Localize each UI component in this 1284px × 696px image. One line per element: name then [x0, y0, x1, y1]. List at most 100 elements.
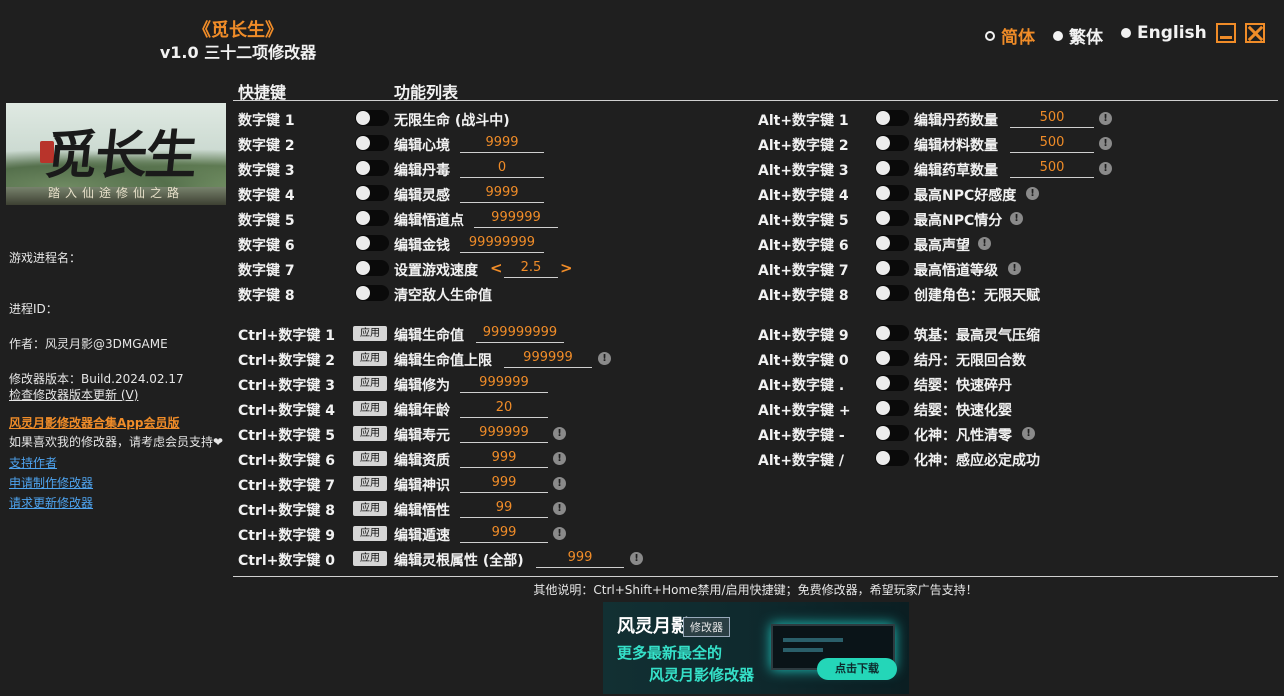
- toggle-switch[interactable]: [875, 260, 909, 276]
- cheat-row: 数字键 7 设置游戏速度 < 2.5 >: [238, 256, 738, 281]
- value-input[interactable]: 999: [536, 549, 624, 568]
- value-input[interactable]: 500: [1010, 109, 1094, 128]
- increase-arrow-icon[interactable]: >: [560, 259, 573, 277]
- value-input[interactable]: 999999: [460, 424, 548, 443]
- info-icon[interactable]: !: [630, 552, 643, 565]
- toggle-switch[interactable]: [355, 110, 389, 126]
- ad-download-button[interactable]: 点击下载: [817, 658, 897, 680]
- info-icon[interactable]: !: [553, 452, 566, 465]
- hotkey-label: 数字键 3: [238, 163, 295, 179]
- feature-label: 编辑悟道点: [394, 213, 464, 229]
- info-icon[interactable]: !: [1010, 212, 1023, 225]
- hotkey-label: 数字键 4: [238, 188, 295, 204]
- info-icon[interactable]: !: [1008, 262, 1021, 275]
- info-icon[interactable]: !: [1099, 162, 1112, 175]
- hotkey-label: Alt+数字键 3: [758, 163, 849, 179]
- feature-label: 编辑丹毒: [394, 163, 450, 179]
- toggle-switch[interactable]: [355, 185, 389, 201]
- apply-button[interactable]: 应用: [353, 476, 387, 491]
- info-icon[interactable]: !: [1099, 112, 1112, 125]
- lang-english[interactable]: English: [1121, 23, 1207, 43]
- toggle-switch[interactable]: [355, 260, 389, 276]
- toggle-switch[interactable]: [355, 135, 389, 151]
- value-input[interactable]: 500: [1010, 159, 1094, 178]
- toggle-switch[interactable]: [875, 160, 909, 176]
- info-icon[interactable]: !: [1099, 137, 1112, 150]
- check-update-link[interactable]: 检查修改器版本更新 (V): [9, 386, 138, 403]
- info-icon[interactable]: !: [553, 477, 566, 490]
- vip-app-link[interactable]: 风灵月影修改器合集App会员版: [9, 416, 179, 430]
- toggle-switch[interactable]: [355, 235, 389, 251]
- apply-button[interactable]: 应用: [353, 401, 387, 416]
- support-author-link[interactable]: 支持作者: [9, 454, 57, 471]
- value-input[interactable]: 20: [460, 399, 548, 418]
- value-input[interactable]: 999999: [474, 209, 558, 228]
- info-icon[interactable]: !: [553, 427, 566, 440]
- cheat-row: Alt+数字键 4 最高NPC好感度 !: [758, 181, 1258, 206]
- toggle-switch[interactable]: [875, 325, 909, 341]
- info-icon[interactable]: !: [1026, 187, 1039, 200]
- toggle-switch[interactable]: [875, 185, 909, 201]
- close-icon[interactable]: [1245, 23, 1265, 43]
- toggle-switch[interactable]: [875, 425, 909, 441]
- toggle-switch[interactable]: [875, 135, 909, 151]
- request-trainer-link[interactable]: 申请制作修改器: [9, 474, 93, 491]
- cheat-row: Alt+数字键 1 编辑丹药数量 500 !: [758, 106, 1258, 131]
- toggle-switch[interactable]: [875, 375, 909, 391]
- value-input[interactable]: 999999: [504, 349, 592, 368]
- minimize-icon[interactable]: [1216, 23, 1236, 43]
- value-input[interactable]: 999999: [460, 374, 548, 393]
- info-icon[interactable]: !: [553, 527, 566, 540]
- cheat-row: Alt+数字键 - 化神：凡性清零 !: [758, 421, 1258, 446]
- toggle-switch[interactable]: [875, 110, 909, 126]
- toggle-switch[interactable]: [875, 450, 909, 466]
- decrease-arrow-icon[interactable]: <: [490, 259, 503, 277]
- value-input[interactable]: 99: [460, 499, 548, 518]
- toggle-switch[interactable]: [355, 160, 389, 176]
- feature-label: 结婴：快速化婴: [914, 403, 1012, 419]
- toggle-switch[interactable]: [875, 285, 909, 301]
- hotkey-label: Ctrl+数字键 5: [238, 428, 336, 444]
- toggle-switch[interactable]: [875, 210, 909, 226]
- ad-banner[interactable]: 风灵月影 修改器 更多最新最全的 风灵月影修改器 点击下载: [603, 602, 909, 694]
- cheat-row: Alt+数字键 8 创建角色：无限天赋: [758, 281, 1258, 306]
- info-icon[interactable]: !: [978, 237, 991, 250]
- value-input[interactable]: 999: [460, 449, 548, 468]
- value-input[interactable]: 0: [460, 159, 544, 178]
- value-input[interactable]: 9999: [460, 134, 544, 153]
- info-icon[interactable]: !: [553, 502, 566, 515]
- info-icon[interactable]: !: [598, 352, 611, 365]
- apply-button[interactable]: 应用: [353, 501, 387, 516]
- apply-button[interactable]: 应用: [353, 351, 387, 366]
- value-input[interactable]: 9999: [460, 184, 544, 203]
- apply-button[interactable]: 应用: [353, 451, 387, 466]
- toggle-switch[interactable]: [875, 400, 909, 416]
- lang-simplified[interactable]: 简体: [985, 23, 1035, 48]
- toggle-switch[interactable]: [355, 285, 389, 301]
- apply-button[interactable]: 应用: [353, 426, 387, 441]
- toggle-switch[interactable]: [875, 350, 909, 366]
- request-update-link[interactable]: 请求更新修改器: [9, 494, 93, 511]
- speed-input[interactable]: 2.5: [504, 259, 558, 278]
- info-icon[interactable]: !: [1022, 427, 1035, 440]
- feature-label: 设置游戏速度: [394, 263, 478, 279]
- cheat-row: Alt+数字键 3 编辑药草数量 500 !: [758, 156, 1258, 181]
- value-input[interactable]: 999999999: [476, 324, 564, 343]
- value-input[interactable]: 99999999: [460, 234, 544, 253]
- toggle-switch[interactable]: [875, 235, 909, 251]
- toggle-switch[interactable]: [355, 210, 389, 226]
- value-input[interactable]: 999: [460, 474, 548, 493]
- value-input[interactable]: 500: [1010, 134, 1094, 153]
- feature-label: 无限生命 (战斗中): [394, 113, 510, 129]
- apply-button[interactable]: 应用: [353, 326, 387, 341]
- lang-traditional[interactable]: 繁体: [1053, 23, 1103, 48]
- apply-button[interactable]: 应用: [353, 551, 387, 566]
- lang-label: 繁体: [1069, 28, 1103, 48]
- cheat-row: Alt+数字键 9 筑基：最高灵气压缩: [758, 321, 1258, 346]
- apply-button[interactable]: 应用: [353, 376, 387, 391]
- value-input[interactable]: 999: [460, 524, 548, 543]
- feature-label: 编辑悟性: [394, 503, 450, 519]
- lang-label: 简体: [1001, 28, 1035, 48]
- apply-row: Ctrl+数字键 9 应用 编辑遁速 999 !: [238, 521, 738, 546]
- apply-button[interactable]: 应用: [353, 526, 387, 541]
